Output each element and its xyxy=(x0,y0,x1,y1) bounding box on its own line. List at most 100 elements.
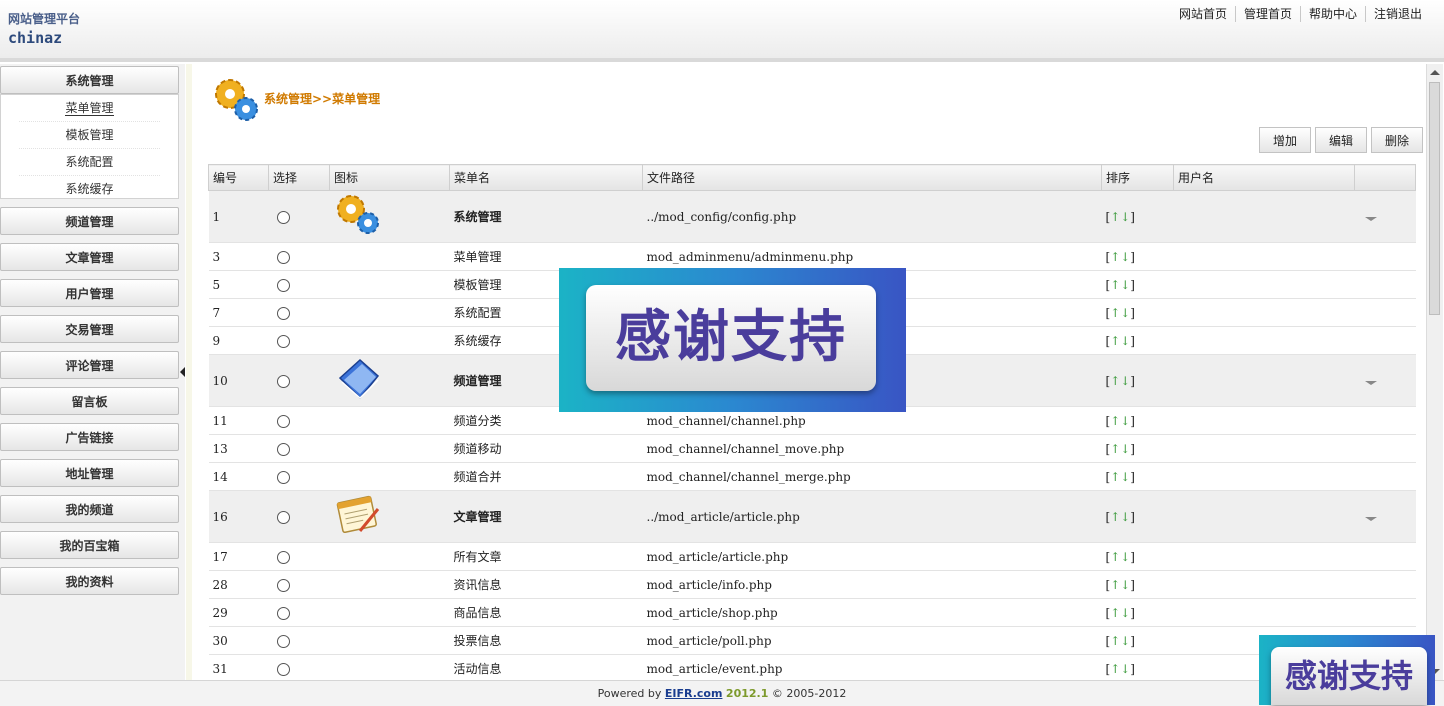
nav-help-center[interactable]: 帮助中心 xyxy=(1299,6,1365,22)
cell-sort[interactable]: [↑↓] xyxy=(1101,542,1174,571)
cell-sort[interactable]: [↑↓] xyxy=(1101,190,1174,243)
row-radio[interactable] xyxy=(276,306,290,320)
cell-select xyxy=(268,270,330,299)
cell-sort[interactable]: [↑↓] xyxy=(1101,354,1174,407)
sidebar-section-user[interactable]: 用户管理 xyxy=(0,279,179,307)
vertical-scrollbar[interactable] xyxy=(1426,64,1443,680)
footer-link[interactable]: EIFR.com xyxy=(665,687,723,700)
cell-sort[interactable]: [↑↓] xyxy=(1101,490,1174,543)
cell-sort[interactable]: [↑↓] xyxy=(1101,434,1174,463)
table-row[interactable]: 3 菜单管理 mod_adminmenu/adminmenu.php [↑↓] xyxy=(208,242,1416,271)
cell-sort[interactable]: [↑↓] xyxy=(1101,626,1174,655)
sort-arrows[interactable]: [↑↓] xyxy=(1106,374,1135,388)
sidebar-section-my-channel[interactable]: 我的频道 xyxy=(0,495,179,523)
row-radio[interactable] xyxy=(276,662,290,676)
sort-arrows[interactable]: [↑↓] xyxy=(1106,306,1135,320)
sidebar-section-profile[interactable]: 我的资料 xyxy=(0,567,179,595)
cell-sort[interactable]: [↑↓] xyxy=(1101,298,1174,327)
row-radio[interactable] xyxy=(276,606,290,620)
col-header-username[interactable]: 用户名 xyxy=(1173,164,1355,191)
row-radio[interactable] xyxy=(276,550,290,564)
table-row[interactable]: 17 所有文章 mod_article/article.php [↑↓] xyxy=(208,542,1416,571)
sort-arrows[interactable]: [↑↓] xyxy=(1106,662,1135,676)
sidebar-section-ads[interactable]: 广告链接 xyxy=(0,423,179,451)
cell-sort[interactable]: [↑↓] xyxy=(1101,462,1174,491)
sort-arrows[interactable]: [↑↓] xyxy=(1106,634,1135,648)
expand-icon[interactable] xyxy=(1364,380,1377,385)
row-radio[interactable] xyxy=(276,442,290,456)
sidebar-section-system[interactable]: 系统管理 xyxy=(0,66,179,94)
sidebar-section-guestbook[interactable]: 留言板 xyxy=(0,387,179,415)
col-header-id[interactable]: 编号 xyxy=(208,164,269,191)
sort-arrows[interactable]: [↑↓] xyxy=(1106,442,1135,456)
sort-arrows[interactable]: [↑↓] xyxy=(1106,606,1135,620)
table-row[interactable]: 13 频道移动 mod_channel/channel_move.php [↑↓] xyxy=(208,434,1416,463)
cell-icon xyxy=(329,654,450,683)
row-radio[interactable] xyxy=(276,250,290,264)
sidebar-item-cache[interactable]: 系统缓存 xyxy=(19,176,160,202)
expand-icon[interactable] xyxy=(1364,516,1377,521)
sidebar-section-address[interactable]: 地址管理 xyxy=(0,459,179,487)
sidebar-item-template[interactable]: 模板管理 xyxy=(19,122,160,149)
row-radio[interactable] xyxy=(276,374,290,388)
sort-arrows[interactable]: [↑↓] xyxy=(1106,334,1135,348)
sidebar-section-channel[interactable]: 频道管理 xyxy=(0,207,179,235)
cell-sort[interactable]: [↑↓] xyxy=(1101,598,1174,627)
delete-button[interactable]: 删除 xyxy=(1371,127,1424,153)
cell-id: 9 xyxy=(208,326,269,355)
cell-sort[interactable]: [↑↓] xyxy=(1101,326,1174,355)
row-radio[interactable] xyxy=(276,334,290,348)
sidebar-section-trade[interactable]: 交易管理 xyxy=(0,315,179,343)
expand-icon[interactable] xyxy=(1364,216,1377,221)
table-row[interactable]: 14 频道合并 mod_channel/channel_merge.php [↑↓] xyxy=(208,462,1416,491)
col-header-sort[interactable]: 排序 xyxy=(1101,164,1174,191)
table-row[interactable]: 30 投票信息 mod_article/poll.php [↑↓] xyxy=(208,626,1416,655)
row-radio[interactable] xyxy=(276,210,290,224)
thanks-banner-text: 感谢支持 xyxy=(586,285,876,391)
collapse-sidebar-icon[interactable] xyxy=(180,367,185,377)
col-header-icon[interactable]: 图标 xyxy=(329,164,450,191)
table-row[interactable]: 31 活动信息 mod_article/event.php [↑↓] xyxy=(208,654,1416,683)
table-row[interactable]: 28 资讯信息 mod_article/info.php [↑↓] xyxy=(208,570,1416,599)
cell-sort[interactable]: [↑↓] xyxy=(1101,270,1174,299)
cell-sort[interactable]: [↑↓] xyxy=(1101,570,1174,599)
cell-sort[interactable]: [↑↓] xyxy=(1101,654,1174,683)
sidebar-section-article[interactable]: 文章管理 xyxy=(0,243,179,271)
row-radio[interactable] xyxy=(276,470,290,484)
sort-arrows[interactable]: [↑↓] xyxy=(1106,550,1135,564)
sort-arrows[interactable]: [↑↓] xyxy=(1106,578,1135,592)
nav-logout[interactable]: 注销退出 xyxy=(1364,6,1430,22)
scroll-up-icon[interactable] xyxy=(1430,70,1440,75)
table-row[interactable]: 29 商品信息 mod_article/shop.php [↑↓] xyxy=(208,598,1416,627)
col-header-path[interactable]: 文件路径 xyxy=(642,164,1102,191)
cell-sort[interactable]: [↑↓] xyxy=(1101,242,1174,271)
nav-admin-home[interactable]: 管理首页 xyxy=(1234,6,1300,22)
sidebar-section-comment[interactable]: 评论管理 xyxy=(0,351,179,379)
scroll-thumb[interactable] xyxy=(1429,82,1440,315)
add-button[interactable]: 增加 xyxy=(1259,127,1312,153)
col-header-select[interactable]: 选择 xyxy=(268,164,330,191)
sidebar-item-config[interactable]: 系统配置 xyxy=(19,149,160,176)
sort-arrows[interactable]: [↑↓] xyxy=(1106,414,1135,428)
sort-arrows[interactable]: [↑↓] xyxy=(1106,278,1135,292)
cell-sort[interactable]: [↑↓] xyxy=(1101,406,1174,435)
row-radio[interactable] xyxy=(276,414,290,428)
sidebar-item-menu[interactable]: 菜单管理 xyxy=(19,95,160,122)
sidebar-section-toolbox[interactable]: 我的百宝箱 xyxy=(0,531,179,559)
row-radio[interactable] xyxy=(276,278,290,292)
row-radio[interactable] xyxy=(276,578,290,592)
col-header-name[interactable]: 菜单名 xyxy=(449,164,643,191)
sort-arrows[interactable]: [↑↓] xyxy=(1106,510,1135,524)
sort-arrows[interactable]: [↑↓] xyxy=(1106,470,1135,484)
row-radio[interactable] xyxy=(276,510,290,524)
cell-toggle xyxy=(1354,270,1416,299)
cell-id: 28 xyxy=(208,570,269,599)
nav-site-home[interactable]: 网站首页 xyxy=(1171,6,1235,22)
cell-username xyxy=(1173,570,1355,599)
sort-arrows[interactable]: [↑↓] xyxy=(1106,210,1135,224)
sort-arrows[interactable]: [↑↓] xyxy=(1106,250,1135,264)
edit-button[interactable]: 编辑 xyxy=(1315,127,1368,153)
table-group-row[interactable]: 1 系统管理 ../mod_config/config.php [↑↓] xyxy=(208,190,1416,243)
row-radio[interactable] xyxy=(276,634,290,648)
table-group-row[interactable]: 16 文章管理 ../mod_article/article.php [↑↓] xyxy=(208,490,1416,543)
